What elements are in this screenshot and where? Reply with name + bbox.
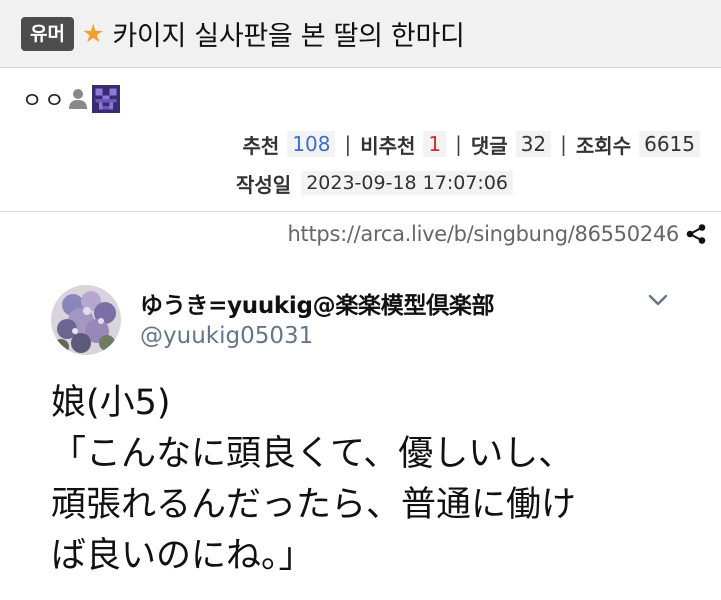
- not-recommend-label: 비추천: [360, 133, 416, 158]
- category-badge[interactable]: 유머: [21, 16, 74, 51]
- pixel-avatar-icon: [92, 85, 121, 113]
- tweet-handle[interactable]: @yuukig05031: [140, 323, 313, 349]
- post-title-bar: 유머 ★ 카이지 실사판을 본 딸의 한마디: [0, 0, 721, 68]
- stat-separator: |: [455, 132, 462, 156]
- tweet-text: 娘(小5) 「こんなに頭良くて、優しいし、 頑張れるんだったら、普通に働け ば良…: [51, 378, 691, 582]
- author-row: ㅇㅇ: [22, 83, 121, 115]
- chevron-down-icon[interactable]: [646, 288, 670, 312]
- post-url-link[interactable]: https://arca.live/b/singbung/86550246: [288, 222, 680, 246]
- views-count: 6615: [639, 131, 700, 157]
- not-recommend-count: 1: [423, 131, 447, 157]
- post-url-row: https://arca.live/b/singbung/86550246: [288, 218, 707, 250]
- tweet-display-name[interactable]: ゆうき=yuukig@楽楽模型倶楽部: [140, 286, 495, 320]
- post-stats: 추천 108 | 비추천 1 | 댓글 32 | 조회수 6615: [242, 128, 700, 160]
- tweet-text-line: 「こんなに頭良くて、優しいし、: [51, 434, 574, 474]
- share-icon[interactable]: [685, 223, 707, 245]
- recommend-count: 108: [287, 131, 336, 157]
- tweet-text-line: 娘(小5): [51, 383, 171, 423]
- date-label: 작성일: [236, 172, 292, 197]
- comments-count[interactable]: 32: [515, 131, 552, 157]
- star-icon: ★: [81, 19, 105, 48]
- tweet-avatar[interactable]: [51, 285, 121, 355]
- stat-separator: |: [560, 132, 567, 156]
- post-date-row: 작성일 2023-09-18 17:07:06: [236, 167, 513, 199]
- comments-label: 댓글: [470, 133, 508, 158]
- hydrangea-avatar-icon: [51, 285, 121, 355]
- author-name[interactable]: ㅇㅇ: [22, 83, 66, 115]
- date-value: 2023-09-18 17:07:06: [301, 171, 513, 195]
- header-divider: [0, 211, 721, 212]
- recommend-label: 추천: [242, 133, 280, 158]
- views-label: 조회수: [575, 133, 632, 158]
- post-title: 카이지 실사판을 본 딸의 한마디: [112, 21, 465, 52]
- tweet-text-line: 頑張れるんだったら、普通に働け: [51, 485, 577, 525]
- stat-separator: |: [344, 132, 352, 156]
- person-icon: [69, 89, 88, 109]
- tweet-text-line: ば良いのにね。」: [51, 536, 314, 576]
